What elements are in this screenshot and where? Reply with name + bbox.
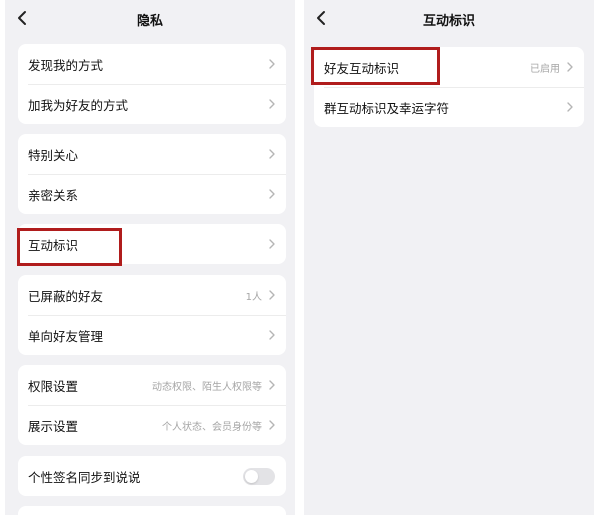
setting-label: 亲密关系: [28, 187, 79, 203]
setting-close-relationship[interactable]: 亲密关系: [18, 174, 286, 214]
chevron-right-icon: [566, 101, 574, 113]
next-card: [18, 506, 286, 515]
setting-special-care[interactable]: 特别关心: [18, 134, 286, 174]
back-button[interactable]: [10, 6, 34, 30]
back-button[interactable]: [309, 6, 333, 30]
interaction-marks-screen: 互动标识 好友互动标识 已启用 群互动标识及幸运字符: [304, 0, 594, 515]
setting-label: 单向好友管理: [28, 328, 104, 344]
chevron-left-icon: [18, 11, 26, 25]
interaction-card: 互动标识: [18, 224, 286, 264]
chevron-right-icon: [268, 58, 276, 70]
setting-label: 好友互动标识: [324, 60, 400, 76]
setting-interaction-marks[interactable]: 互动标识: [18, 224, 286, 264]
interaction-navbar: 互动标识: [304, 0, 594, 36]
chevron-right-icon: [268, 289, 276, 301]
setting-label: 权限设置: [28, 378, 79, 394]
setting-label: 特别关心: [28, 147, 79, 163]
privacy-navbar: 隐私: [5, 0, 295, 36]
setting-signature-sync: 个性签名同步到说说: [18, 456, 286, 496]
interaction-marks-card: 好友互动标识 已启用 群互动标识及幸运字符: [314, 47, 584, 127]
setting-label: 加我为好友的方式: [28, 97, 129, 113]
page-title: 隐私: [136, 14, 163, 29]
relationship-settings-card: 特别关心 亲密关系: [18, 134, 286, 214]
setting-hint: 个人状态、会员身份等: [162, 421, 262, 433]
setting-hint: 动态权限、陌生人权限等: [152, 381, 262, 393]
setting-label: 发现我的方式: [28, 57, 104, 73]
setting-label: 互动标识: [28, 237, 79, 253]
setting-display[interactable]: 展示设置 个人状态、会员身份等: [18, 405, 286, 445]
status-text: 已启用: [530, 63, 560, 75]
setting-label: 已屏蔽的好友: [28, 288, 104, 304]
setting-one-way-friends[interactable]: 单向好友管理: [18, 315, 286, 355]
chevron-right-icon: [268, 148, 276, 160]
setting-add-friend-method[interactable]: 加我为好友的方式: [18, 84, 286, 124]
chevron-left-icon: [317, 11, 325, 25]
setting-label: 个性签名同步到说说: [28, 469, 141, 485]
chevron-right-icon: [268, 379, 276, 391]
privacy-screen: 隐私 发现我的方式 加我为好友的方式 特别关心 亲密关系 互动标识 已屏蔽的好友: [5, 0, 295, 515]
setting-label: 展示设置: [28, 418, 79, 434]
chevron-right-icon: [268, 188, 276, 200]
setting-friend-interaction-marks[interactable]: 好友互动标识 已启用: [314, 47, 584, 87]
signature-sync-toggle[interactable]: [243, 467, 275, 485]
chevron-right-icon: [566, 61, 574, 73]
discover-settings-card: 发现我的方式 加我为好友的方式: [18, 44, 286, 124]
setting-group-interaction-marks[interactable]: 群互动标识及幸运字符: [314, 87, 584, 127]
setting-permissions[interactable]: 权限设置 动态权限、陌生人权限等: [18, 365, 286, 405]
setting-blocked-friends[interactable]: 已屏蔽的好友 1人: [18, 275, 286, 315]
chevron-right-icon: [268, 329, 276, 341]
blocked-count: 1人: [245, 291, 262, 303]
toggle-knob: [245, 469, 258, 483]
setting-label: 群互动标识及幸运字符: [324, 100, 450, 116]
setting-discover-me[interactable]: 发现我的方式: [18, 44, 286, 84]
chevron-right-icon: [268, 98, 276, 110]
chevron-right-icon: [268, 238, 276, 250]
permission-card: 权限设置 动态权限、陌生人权限等 展示设置 个人状态、会员身份等: [18, 365, 286, 445]
friend-management-card: 已屏蔽的好友 1人 单向好友管理: [18, 275, 286, 355]
page-title: 互动标识: [422, 14, 475, 29]
chevron-right-icon: [268, 419, 276, 431]
signature-sync-card: 个性签名同步到说说: [18, 456, 286, 496]
